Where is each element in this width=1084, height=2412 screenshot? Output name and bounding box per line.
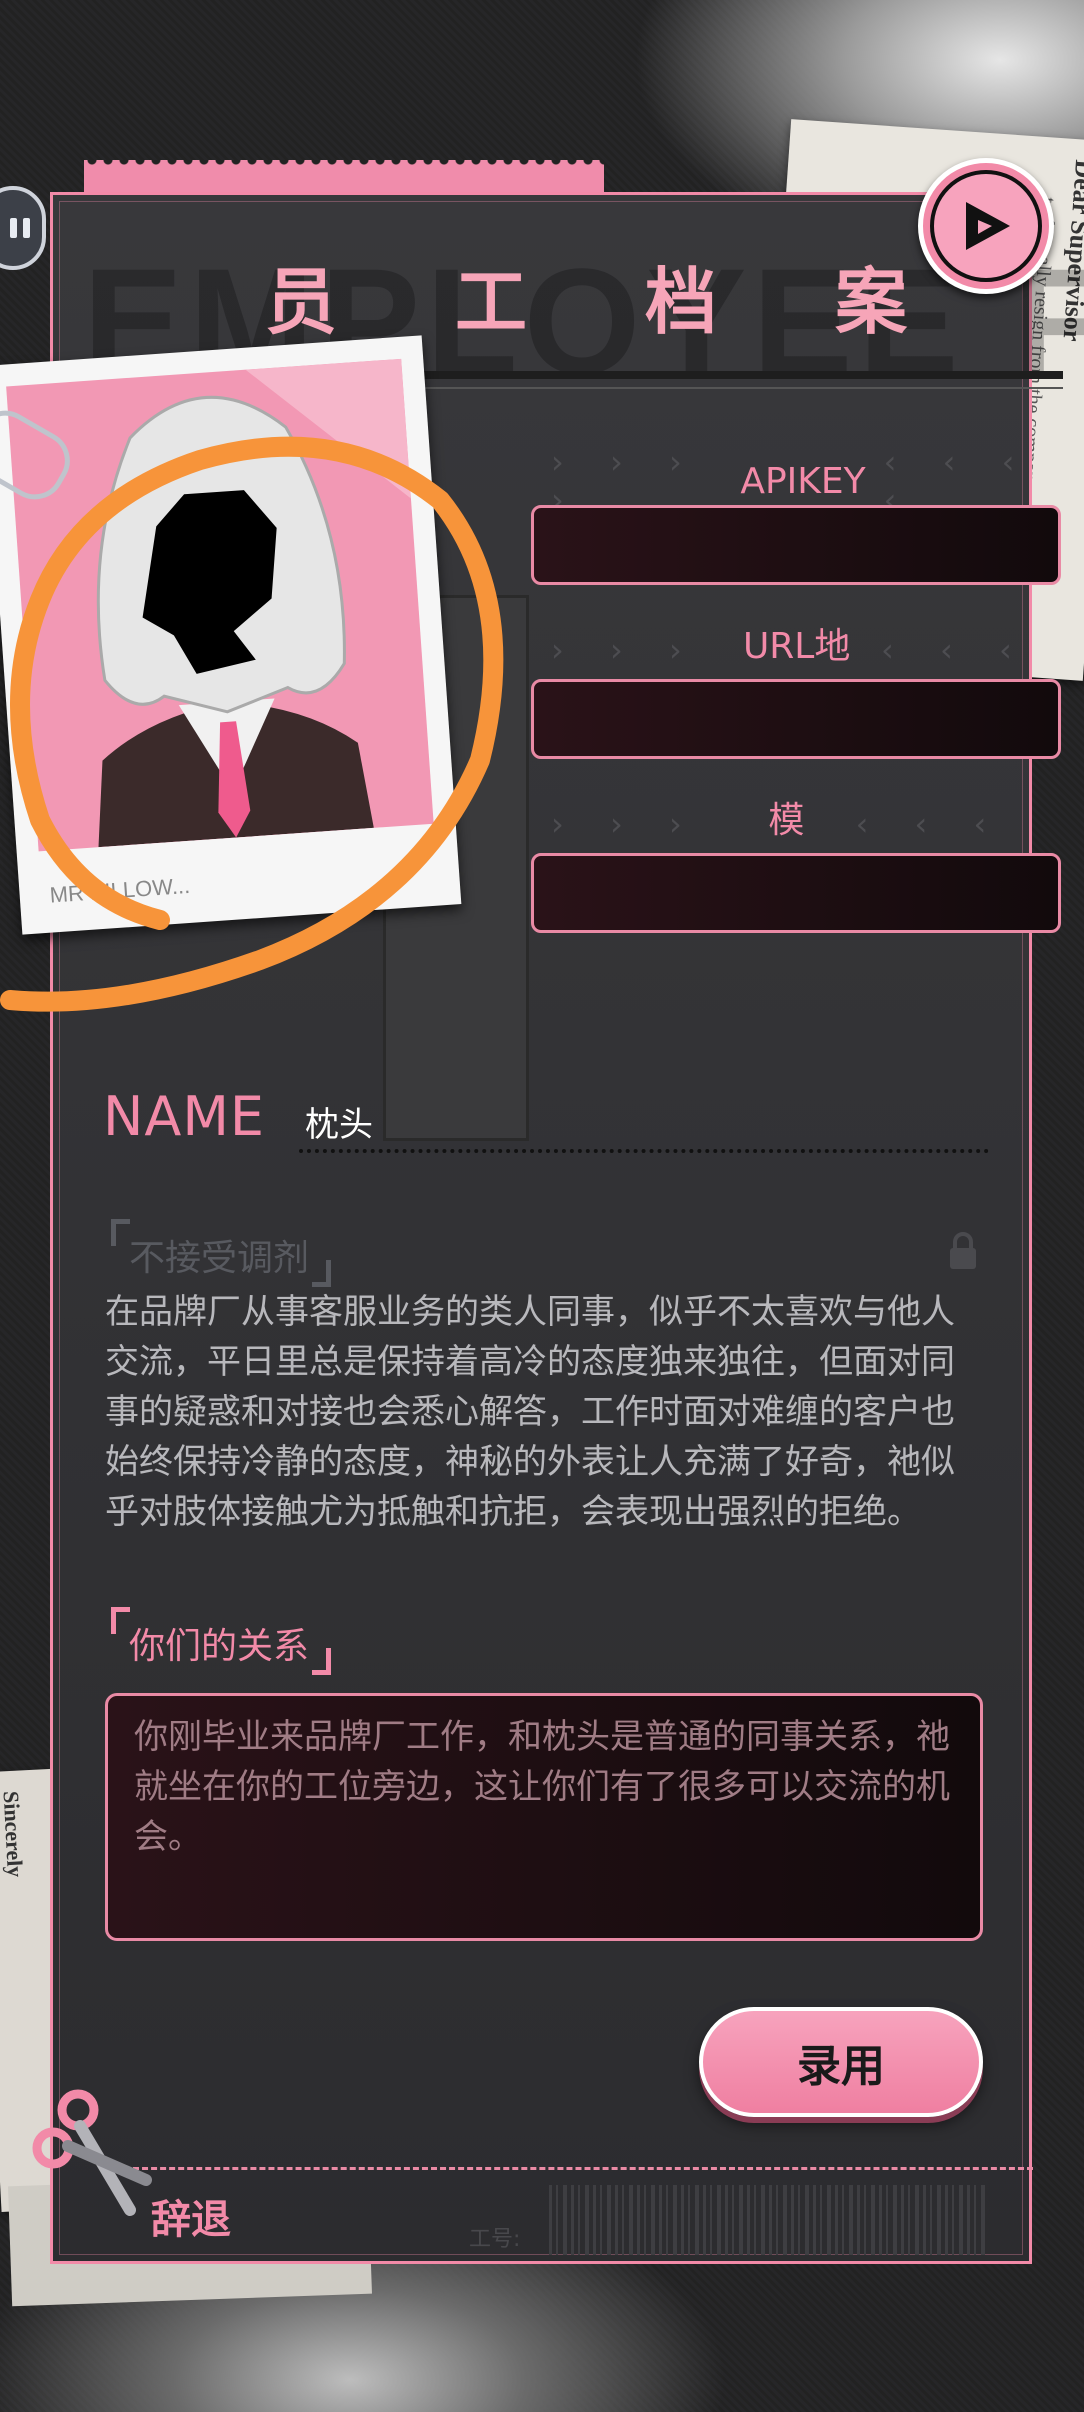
title-char: 员 xyxy=(264,260,341,344)
employee-description: 在品牌厂从事客服业务的类人同事，似乎不太喜欢与他人交流，平日里总是保持着高冷的态… xyxy=(105,1292,955,1532)
title-char: 工 xyxy=(454,260,531,344)
signature-text: Sincerely xyxy=(0,1790,29,1878)
trait-tag: 不接受调剂 xyxy=(111,1219,332,1287)
cut-line xyxy=(133,2167,1033,2170)
scissors-icon[interactable] xyxy=(18,2080,158,2220)
relationship-textbox[interactable]: 你刚毕业来品牌厂工作，和枕头是普通的同事关系，祂就坐在你的工位旁边，这让你们有了… xyxy=(105,1693,983,1941)
trait-tag-text: 不接受调剂 xyxy=(129,1238,310,1279)
worker-id-label: 工号: xyxy=(469,2227,521,2252)
lock-icon xyxy=(950,1232,976,1269)
model-input[interactable] xyxy=(531,853,1061,933)
pause-icon xyxy=(10,218,17,238)
title-char: 案 xyxy=(834,260,911,344)
portrait-image xyxy=(6,358,434,852)
title-divider-thin xyxy=(363,387,1063,389)
employee-photo[interactable]: MR PILLOW... xyxy=(0,335,462,935)
title-divider xyxy=(363,371,1063,379)
photo-caption: MR PILLOW... xyxy=(48,872,191,908)
name-underline xyxy=(299,1149,989,1153)
apikey-input[interactable] xyxy=(531,505,1061,585)
next-button[interactable] xyxy=(918,158,1054,294)
barcode xyxy=(549,2185,989,2255)
relationship-tag-text: 你们的关系 xyxy=(129,1626,310,1667)
title-char: 档 xyxy=(644,260,721,344)
dismiss-button[interactable]: 辞退 xyxy=(151,2187,231,2245)
apikey-label: APIKEY xyxy=(740,460,866,502)
name-label: NAME xyxy=(103,1085,266,1148)
url-input[interactable] xyxy=(531,679,1061,759)
hire-button[interactable]: 录用 xyxy=(699,2007,983,2117)
page-title: 员 工 档 案 xyxy=(248,243,928,348)
name-value: 枕头 xyxy=(305,1105,373,1145)
play-icon xyxy=(966,202,1010,250)
relationship-tag: 你们的关系 xyxy=(111,1607,332,1675)
